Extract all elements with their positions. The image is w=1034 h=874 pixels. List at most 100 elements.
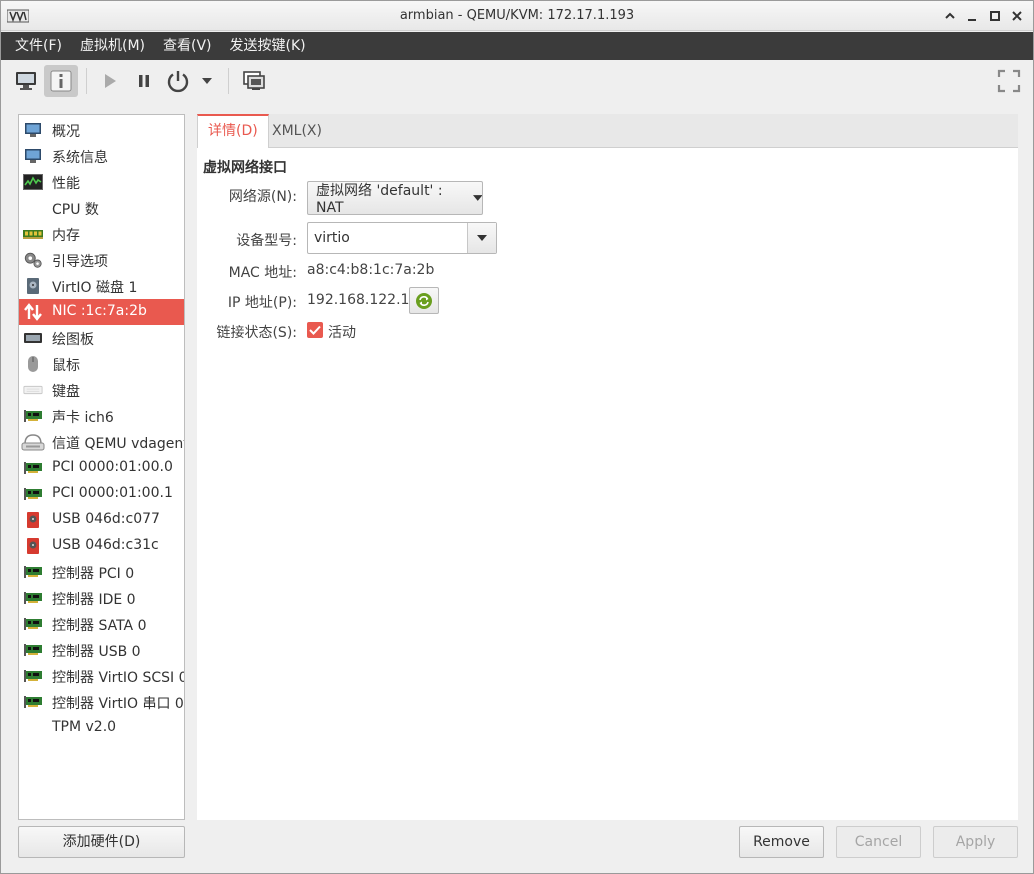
- chevron-up-icon: [945, 12, 955, 19]
- hw-item-label: 控制器 IDE 0: [52, 592, 136, 608]
- memory-icon: [23, 225, 43, 243]
- hw-item-label: 控制器 VirtIO 串口 0: [52, 696, 184, 712]
- hw-item-label: 键盘: [52, 384, 80, 400]
- maximize-button[interactable]: [984, 5, 1006, 27]
- fullscreen-button[interactable]: [994, 65, 1024, 97]
- hw-item-controller-pci[interactable]: 控制器 PCI 0: [19, 559, 184, 585]
- hw-item-controller-sata[interactable]: 控制器 SATA 0: [19, 611, 184, 637]
- chevron-down-icon: [477, 235, 487, 241]
- minimize-button[interactable]: [961, 5, 983, 27]
- mouse-icon: [23, 355, 43, 373]
- hw-item-virtio-disk[interactable]: VirtIO 磁盘 1: [19, 273, 184, 299]
- maximize-icon: [990, 11, 1000, 21]
- pci-card-icon: [23, 615, 43, 633]
- hw-item-nic[interactable]: NIC :1c:7a:2b: [19, 299, 184, 325]
- hw-item-pci-1[interactable]: PCI 0000:01:00.1: [19, 481, 184, 507]
- pci-card-icon: [23, 667, 43, 685]
- hw-item-label: TPM v2.0: [52, 719, 117, 735]
- menu-file[interactable]: 文件(F): [6, 32, 71, 60]
- device-model-combo[interactable]: virtio: [307, 222, 497, 254]
- disk-icon: [23, 277, 43, 295]
- run-button[interactable]: [96, 65, 124, 97]
- run-icon: [105, 74, 116, 88]
- menu-virtual-machine[interactable]: 虚拟机(M): [71, 32, 154, 60]
- menu-bar: 文件(F) 虚拟机(M) 查看(V) 发送按键(K): [1, 32, 1033, 60]
- hw-item-channel[interactable]: 信道 QEMU vdagent: [19, 429, 184, 455]
- hw-item-label: VirtIO 磁盘 1: [52, 280, 138, 296]
- hw-item-tpm[interactable]: TPM v2.0: [19, 715, 184, 741]
- link-state-checkbox[interactable]: [307, 322, 323, 338]
- hw-item-performance[interactable]: 性能: [19, 169, 184, 195]
- close-icon: [1012, 11, 1022, 21]
- network-arrows-icon: [23, 303, 43, 321]
- remove-button[interactable]: Remove: [739, 826, 824, 858]
- fullscreen-icon: [997, 69, 1021, 93]
- hw-item-controller-virtio-serial[interactable]: 控制器 VirtIO 串口 0: [19, 689, 184, 715]
- pci-card-icon: [23, 589, 43, 607]
- hw-item-label: 系统信息: [52, 150, 108, 166]
- hw-item-overview[interactable]: 概况: [19, 117, 184, 143]
- hw-item-label: 鼠标: [52, 358, 80, 374]
- hw-item-cpus[interactable]: CPU 数: [19, 195, 184, 221]
- hw-item-controller-virtio-scsi[interactable]: 控制器 VirtIO SCSI 0: [19, 663, 184, 689]
- network-source-label: 网络源(N):: [228, 189, 297, 205]
- hw-item-sound-card[interactable]: 声卡 ich6: [19, 403, 184, 429]
- apply-button[interactable]: Apply: [933, 826, 1018, 858]
- usb-icon: [23, 537, 43, 555]
- hw-item-mouse[interactable]: 鼠标: [19, 351, 184, 377]
- toolbar: [1, 60, 1033, 102]
- close-button[interactable]: [1006, 5, 1028, 27]
- refresh-ip-button[interactable]: [409, 287, 439, 314]
- menu-view[interactable]: 查看(V): [154, 32, 221, 60]
- hw-item-controller-usb[interactable]: 控制器 USB 0: [19, 637, 184, 663]
- hw-item-usb-c31c[interactable]: USB 046d:c31c: [19, 533, 184, 559]
- ip-address-label: IP 地址(P):: [227, 295, 297, 311]
- pci-card-icon: [23, 563, 43, 581]
- minimize-icon: [968, 19, 976, 21]
- hw-item-label: 绘图板: [52, 332, 94, 348]
- collapse-button[interactable]: [939, 5, 961, 27]
- hw-item-label: 控制器 VirtIO SCSI 0: [52, 670, 185, 686]
- tab-details[interactable]: 详情(D): [197, 114, 269, 149]
- hw-item-label: USB 046d:c077: [52, 511, 160, 527]
- monitor-icon: [23, 121, 43, 139]
- pci-card-icon: [23, 407, 43, 425]
- shutdown-button[interactable]: [162, 65, 194, 97]
- hw-item-label: USB 046d:c31c: [52, 537, 159, 553]
- hw-item-label: 概况: [52, 124, 80, 140]
- console-monitor-icon: [16, 72, 36, 90]
- hw-item-boot-options[interactable]: 引导选项: [19, 247, 184, 273]
- hw-item-keyboard[interactable]: 键盘: [19, 377, 184, 403]
- power-icon: [167, 71, 189, 93]
- menu-send-key[interactable]: 发送按键(K): [221, 32, 315, 60]
- toolbar-separator: [86, 68, 87, 94]
- hw-item-system-info[interactable]: 系统信息: [19, 143, 184, 169]
- cancel-button[interactable]: Cancel: [836, 826, 921, 858]
- section-title: 虚拟网络接口: [203, 160, 287, 176]
- pci-card-icon: [23, 459, 43, 477]
- hw-item-pci-0[interactable]: PCI 0000:01:00.0: [19, 455, 184, 481]
- performance-chart-icon: [23, 173, 43, 191]
- hw-item-usb-c077[interactable]: USB 046d:c077: [19, 507, 184, 533]
- add-hardware-button[interactable]: 添加硬件(D): [18, 826, 185, 858]
- hw-item-memory[interactable]: 内存: [19, 221, 184, 247]
- show-details-button[interactable]: [44, 65, 78, 97]
- device-model-value: virtio: [314, 230, 350, 246]
- hw-item-controller-ide[interactable]: 控制器 IDE 0: [19, 585, 184, 611]
- hardware-list: 概况 系统信息 性能 CPU 数 内存 引导选项 VirtIO 磁盘 1 NIC…: [18, 114, 185, 820]
- hw-item-tablet[interactable]: 绘图板: [19, 325, 184, 351]
- device-model-dropdown[interactable]: [467, 223, 496, 253]
- network-source-select[interactable]: 虚拟网络 'default' : NAT: [307, 181, 483, 216]
- chevron-down-icon: [202, 78, 212, 84]
- window-title: armbian - QEMU/KVM: 172.17.1.193: [399, 8, 635, 23]
- show-console-button[interactable]: [10, 65, 42, 97]
- pause-button[interactable]: [130, 65, 158, 97]
- tab-xml[interactable]: XML(X): [262, 114, 332, 148]
- shutdown-menu-button[interactable]: [196, 65, 218, 97]
- pci-card-icon: [23, 485, 43, 503]
- hw-item-label: 控制器 PCI 0: [52, 566, 135, 582]
- hw-item-label: CPU 数: [52, 202, 99, 218]
- manage-snapshots-button[interactable]: [238, 65, 270, 97]
- title-bar: armbian - QEMU/KVM: 172.17.1.193: [1, 1, 1033, 31]
- link-state-value: 活动: [328, 325, 356, 341]
